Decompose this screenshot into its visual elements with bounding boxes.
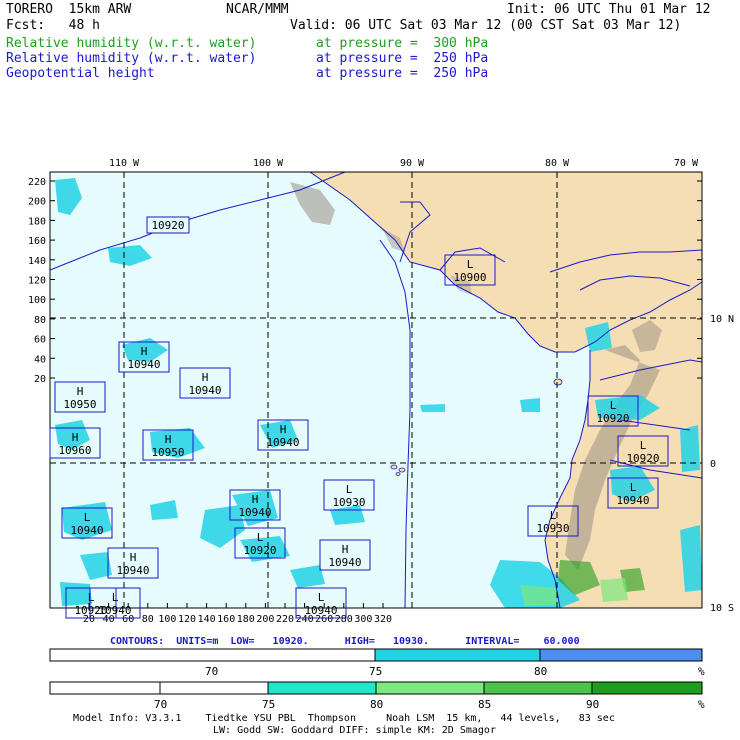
colorbar2-segment-1 [49, 681, 161, 695]
center-type: L [346, 483, 353, 496]
center-value: 10950 [63, 398, 96, 411]
colorbar2-label: 85 [478, 698, 491, 711]
colorbar2-segment-3 [267, 681, 377, 695]
colorbar1-unit: % [698, 665, 705, 678]
center-value: 10940 [70, 524, 103, 537]
colorbar2-segment-5 [483, 681, 593, 695]
y-tick-label: 180 [28, 216, 46, 227]
center-value: 10950 [151, 446, 184, 459]
x-tick-label: 80 [142, 614, 154, 625]
y-tick-label: 120 [28, 276, 46, 287]
center-type: H [130, 551, 137, 564]
latitude-label: 10 N [710, 314, 734, 325]
y-tick-label: 20 [34, 374, 46, 385]
center-value: 10940 [266, 436, 299, 449]
center-value: 10930 [332, 496, 365, 509]
center-value: 10900 [453, 271, 486, 284]
center-type: L [640, 439, 647, 452]
x-tick-label: 160 [217, 614, 235, 625]
y-tick-label: 60 [34, 335, 46, 346]
center-value: 10930 [536, 522, 569, 535]
x-tick-label: 220 [276, 614, 294, 625]
x-tick-label: 100 [158, 614, 176, 625]
colorbar2-segment-6 [591, 681, 703, 695]
center-value: 10960 [58, 444, 91, 457]
center-type: H [342, 543, 349, 556]
center-type: L [630, 481, 637, 494]
y-tick-label: 100 [28, 295, 46, 306]
colorbar1-segment-1 [49, 648, 376, 662]
center-type: L [88, 591, 95, 604]
longitude-label: 100 W [253, 158, 284, 169]
y-tick-label: 140 [28, 256, 46, 267]
colorbar1-label: 75 [369, 665, 382, 678]
x-tick-label: 320 [374, 614, 392, 625]
model-info: Model Info: V3.3.1 Tiedtke YSU PBL Thomp… [73, 713, 615, 724]
center-type: H [77, 385, 84, 398]
colorbar2-label: 75 [262, 698, 275, 711]
center-value: 10940 [328, 556, 361, 569]
colorbar2-label: 80 [370, 698, 383, 711]
center-type: L [84, 511, 91, 524]
center-type: H [202, 371, 209, 384]
latitude-label: 10 S [710, 603, 734, 614]
center-type: L [257, 531, 264, 544]
model-physics: LW: Godd SW: Goddard DIFF: simple KM: 2D… [213, 725, 496, 736]
center-type: H [252, 493, 259, 506]
y-tick-label: 80 [34, 315, 46, 326]
x-tick-label: 200 [256, 614, 274, 625]
contours-info: CONTOURS: UNITS=m LOW= 10920. HIGH= 1093… [110, 636, 580, 647]
svg-text:10920: 10920 [151, 219, 184, 232]
contour-label: 10920 [146, 216, 190, 234]
colorbar1-label: 70 [205, 665, 218, 678]
center-type: L [550, 509, 557, 522]
weather-map: 110 W 100 W 90 W 80 W 70 W10 N010 S220200180… [28, 158, 734, 625]
center-value: 10940 [127, 358, 160, 371]
center-type: L [467, 258, 474, 271]
center-type: L [112, 591, 119, 604]
y-tick-label: 220 [28, 177, 46, 188]
center-value: 10920 [243, 544, 276, 557]
center-value: 10920 [596, 412, 629, 425]
center-type: H [280, 423, 287, 436]
center-value: 10920 [626, 452, 659, 465]
x-tick-label: 140 [198, 614, 216, 625]
colorbar2-label: 90 [586, 698, 599, 711]
center-type: L [610, 399, 617, 412]
x-tick-label: 180 [237, 614, 255, 625]
colorbar2-label: 70 [154, 698, 167, 711]
center-type: L [318, 591, 325, 604]
colorbar1-segment-3 [539, 648, 703, 662]
center-value: 10940 [188, 384, 221, 397]
center-value: 10940 [98, 604, 131, 617]
colorbar1-label: 80 [534, 665, 547, 678]
center-value: 10940 [616, 494, 649, 507]
y-tick-label: 200 [28, 197, 46, 208]
center-type: H [72, 431, 79, 444]
latitude-label: 0 [710, 459, 716, 470]
center-value: 10940 [116, 564, 149, 577]
longitude-label: 110 W [109, 158, 140, 169]
longitude-label: 90 W [400, 158, 425, 169]
colorbar1-segment-2 [374, 648, 541, 662]
x-tick-label: 300 [354, 614, 372, 625]
longitude-label: 70 W [674, 158, 699, 169]
center-value: 10940 [238, 506, 271, 519]
y-tick-label: 40 [34, 354, 46, 365]
colorbar2-unit: % [698, 698, 705, 711]
colorbar2-segment-4 [375, 681, 485, 695]
longitude-label: 80 W [545, 158, 570, 169]
center-value: 10940 [304, 604, 337, 617]
y-tick-label: 160 [28, 236, 46, 247]
x-tick-label: 120 [178, 614, 196, 625]
center-type: H [165, 433, 172, 446]
colorbar2-segment-2 [159, 681, 269, 695]
center-type: H [141, 345, 148, 358]
